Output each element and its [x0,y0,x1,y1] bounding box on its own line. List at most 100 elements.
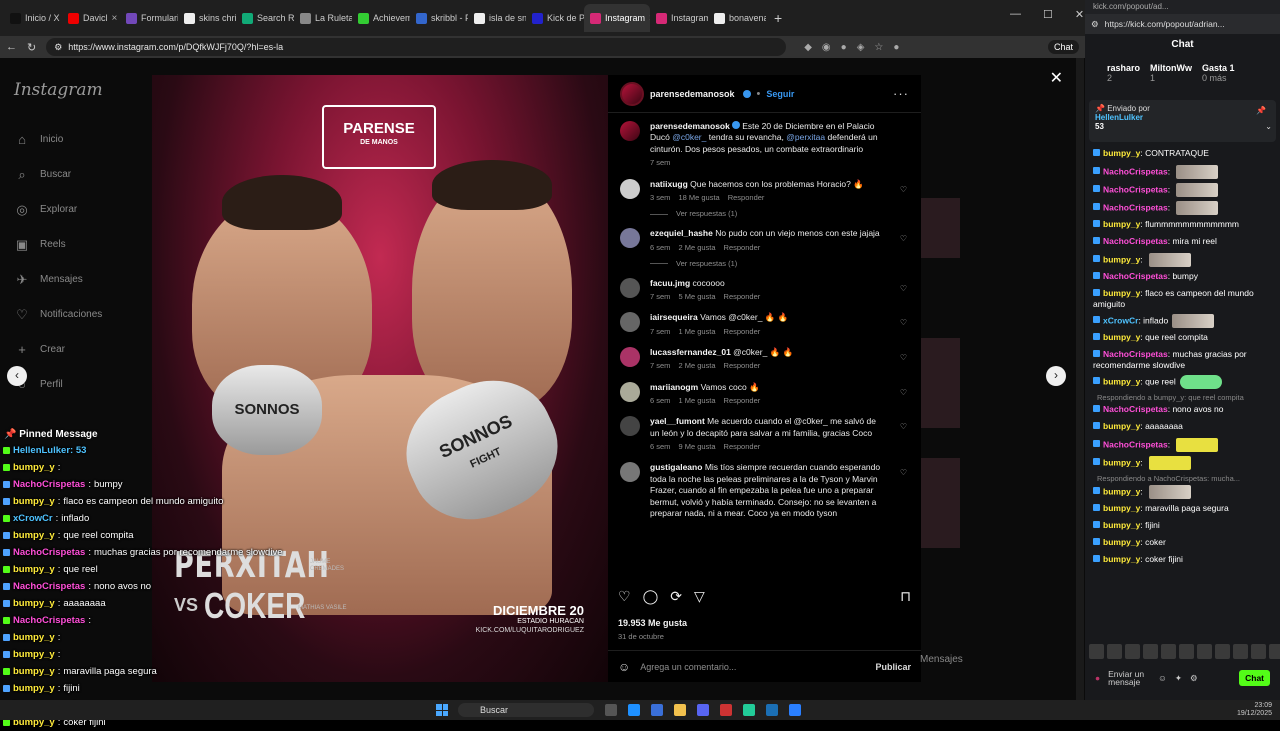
system-tray[interactable]: 23:09 19/12/2025 [1237,702,1272,718]
avatar[interactable] [620,416,640,437]
browser-tab[interactable]: Inicio / X× [4,4,62,32]
extension-icon[interactable]: ◉ [822,42,831,53]
url-field[interactable]: ⚙ https://www.instagram.com/p/DQfkWJFj70… [46,38,787,56]
chat-input[interactable]: Enviar un mensaje [1108,669,1150,687]
emoji-icon[interactable]: ☺ [1158,673,1167,683]
kick-url[interactable]: https://kick.com/popout/adrian... [1105,19,1225,29]
view-replies-link[interactable]: Ver respuestas (1) [650,259,909,268]
comment-reply[interactable]: Responder [728,193,765,202]
site-info-icon[interactable]: ⚙ [54,42,62,53]
browser-tab[interactable]: Achievem× [352,4,410,32]
comment-likes[interactable]: 5 Me gusta [678,292,715,301]
kick-chat-user[interactable]: bumpy_y [1103,503,1140,513]
steam-icon[interactable] [766,704,778,716]
avatar[interactable] [620,381,640,402]
bookmark-icon[interactable]: ⊓ [900,588,911,605]
like-comment-icon[interactable]: ♡ [900,388,907,397]
sidebar-item-crear[interactable]: + Crear [14,332,136,367]
edge-icon[interactable] [628,704,640,716]
close-tab-icon[interactable]: × [112,13,118,24]
emote-icon[interactable] [1233,644,1248,659]
leader-entry[interactable]: Gasta 10 más [1202,63,1235,83]
kick-chat-user[interactable]: NachoCrispetas [1103,184,1168,194]
emote-icon[interactable] [1161,644,1176,659]
share-icon[interactable]: ⟳ [670,588,682,605]
sidebar-item-inicio[interactable]: ⌂ Inicio [14,122,136,157]
kick-chat-user[interactable]: bumpy_y [1103,537,1140,547]
gift-icon[interactable]: ✦ [1175,673,1182,684]
browser-tab[interactable]: Search Re× [236,4,294,32]
avatar[interactable] [620,346,640,367]
caption-author[interactable]: parensedemanosok [650,121,730,131]
site-info-icon[interactable]: ⚙ [1091,19,1099,30]
explorer-icon[interactable] [674,704,686,716]
browser-tab[interactable]: isla de sno× [468,4,526,32]
comment-likes[interactable]: 2 Me gusta [678,361,715,370]
kick-chat-user[interactable]: bumpy_y [1103,288,1140,298]
mention-link[interactable]: @perxitaa [786,132,825,142]
store-icon[interactable] [651,704,663,716]
sidebar-item-explorar[interactable]: ◎ Explorar [14,192,136,227]
instagram-logo[interactable]: Instagram [14,80,136,100]
publish-button[interactable]: Publicar [875,662,911,672]
emote-icon[interactable] [1269,644,1280,659]
kick-chat-user[interactable]: bumpy_y [1103,219,1140,229]
avatar[interactable]: ● [893,42,899,53]
kick-chat-user[interactable]: bumpy_y [1103,520,1140,530]
emote-icon[interactable] [1197,644,1212,659]
avatar[interactable] [620,178,640,199]
emote-icon[interactable] [1179,644,1194,659]
browser-tab[interactable]: Formulario× [120,4,178,32]
avatar[interactable] [620,277,640,298]
kick-chat-user[interactable]: NachoCrispetas [1103,349,1168,359]
extension-icon[interactable]: ● [841,42,847,53]
mic-icon[interactable]: ● [1095,673,1100,683]
like-comment-icon[interactable]: ♡ [900,284,907,293]
star-icon[interactable]: ☆ [874,42,883,53]
kick-chat-user[interactable]: bumpy_y [1103,376,1140,386]
browser-tab[interactable]: Davicl × [62,4,120,32]
next-post-icon[interactable]: › [1046,366,1066,386]
sidebar-item-reels[interactable]: ▣ Reels [14,227,136,262]
browser-tab[interactable]: Instagram× [650,4,708,32]
browser-tab[interactable]: La Ruleta× [294,4,352,32]
messages-label[interactable]: Mensajes [920,654,963,665]
comment-reply[interactable]: Responder [724,327,761,336]
comment-likes[interactable]: 9 Me gusta [678,442,715,451]
comment-user[interactable]: ezequiel_hashe [650,228,713,238]
back-icon[interactable]: ← [6,41,17,53]
task-view-icon[interactable] [605,704,617,716]
comment-likes[interactable]: 1 Me gusta [678,327,715,336]
prev-post-icon[interactable]: ‹ [7,366,27,386]
like-comment-icon[interactable]: ♡ [900,234,907,243]
kick-chat-user[interactable]: bumpy_y [1103,148,1140,158]
sidebar-item-notificaciones[interactable]: ♡ Notificaciones [14,297,136,332]
windows-start-icon[interactable] [436,704,448,716]
mention-link[interactable]: @c0ker_ [672,132,706,142]
sidebar-item-perfil[interactable]: ○Perfil [14,367,136,402]
kick-chat-user[interactable]: NachoCrispetas [1103,166,1168,176]
comment-reply[interactable]: Responder [724,361,761,370]
scrollbar[interactable] [1076,58,1084,700]
avatar[interactable] [620,462,640,483]
send-icon[interactable]: ▽ [694,588,705,605]
sidebar-item-mensajes[interactable]: ✈ Mensajes [14,262,136,297]
emote-icon[interactable] [1215,644,1230,659]
new-tab-icon[interactable]: + [774,10,782,26]
kick-chat-user[interactable]: NachoCrispetas [1103,271,1168,281]
avatar[interactable] [620,312,640,333]
emote-icon[interactable] [1125,644,1140,659]
emote-icon[interactable] [1089,644,1104,659]
emote-icon[interactable] [1107,644,1122,659]
comment-user[interactable]: mariianogm [650,382,698,392]
comment-reply[interactable]: Responder [724,292,761,301]
avatar[interactable] [620,121,640,141]
chevron-down-icon[interactable]: ⌄ [1265,122,1272,131]
comment-user[interactable]: facuu.jmg [650,278,690,288]
kick-chat-user[interactable]: NachoCrispetas [1103,236,1168,246]
likes-count[interactable]: 19.953 Me gusta [618,618,687,628]
more-options-icon[interactable]: ··· [893,86,909,101]
comment-icon[interactable]: ◯ [643,588,659,605]
comment-likes[interactable]: 2 Me gusta [678,243,715,252]
comment-user[interactable]: lucassfernandez_01 [650,347,731,357]
